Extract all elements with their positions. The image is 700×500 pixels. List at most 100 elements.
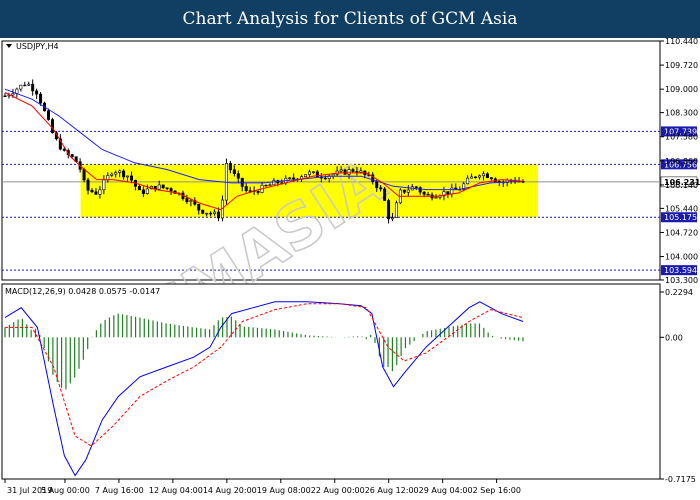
bear-candle [351,169,355,172]
bear-candle [446,191,450,195]
bear-candle [232,169,236,174]
bear-candle [375,181,379,189]
bull-candle [288,177,292,179]
time-tick-label: 7 Aug 16:00 [95,486,144,495]
bear-candle [489,177,493,180]
bear-candle [82,168,86,181]
bear-candle [201,209,205,214]
bear-candle [137,186,141,191]
bear-candle [383,188,387,201]
bear-candle [240,177,244,187]
bull-candle [114,172,118,175]
bear-candle [50,119,54,134]
bear-candle [217,211,221,219]
bull-candle [406,189,410,193]
bear-candle [197,203,201,211]
bear-candle [94,191,98,195]
bear-candle [165,187,169,189]
bear-candle [228,163,232,171]
macd-tick-label: 0.2294 [665,288,693,297]
time-tick-label: 14 Aug 20:00 [203,486,257,495]
price-tick-label: 107.580 [665,133,698,142]
bull-candle [213,211,217,214]
bull-candle [466,177,470,185]
bull-candle [224,163,228,201]
bear-candle [414,186,418,188]
bear-candle [264,184,268,187]
bull-candle [268,184,272,186]
time-tick-label: 12 Aug 04:00 [149,486,203,495]
macd-tick-label: -0.7175 [665,475,696,484]
bear-candle [387,200,391,220]
price-tick-label: 106.140 [665,181,698,190]
bear-candle [3,95,7,97]
time-tick-label: 29 Aug 04:00 [419,486,473,495]
bear-candle [418,187,422,193]
level-label: 103.594 [664,266,697,275]
price-tick-label: 106.860 [665,157,698,166]
bear-candle [248,190,252,192]
bear-candle [86,179,90,191]
bear-candle [23,84,27,87]
bull-candle [347,169,351,175]
bear-candle [161,184,165,189]
bear-candle [323,177,327,180]
bear-candle [35,90,39,95]
bull-candle [205,212,209,215]
bear-candle [122,170,126,178]
macd-tick-label: 0.00 [665,333,683,342]
bear-candle [46,110,50,120]
time-tick-label: 5 Aug 00:00 [41,486,90,495]
price-tick-label: 108.300 [665,109,698,118]
bear-candle [70,154,74,158]
bull-candle [145,188,149,194]
bull-candle [434,196,438,199]
price-tick-label: 109.000 [665,85,698,94]
bear-candle [169,188,173,192]
bull-candle [394,202,398,218]
bull-candle [450,187,454,195]
bear-candle [474,176,478,179]
bear-candle [31,83,35,92]
header-banner: Chart Analysis for Clients of GCM Asia [0,0,700,38]
bear-candle [256,191,260,193]
bull-candle [331,173,335,177]
price-axis: 110.440 109.720 109.000 108.300 107.580 106.8… [660,38,698,285]
bull-candle [481,173,485,177]
bull-candle [470,176,474,179]
bull-candle [118,170,122,173]
bear-candle [292,177,296,180]
bear-candle [236,173,240,179]
price-tick-label: 105.440 [665,204,698,213]
bull-candle [339,169,343,172]
macd-panel-frame [1,283,661,480]
bear-candle [209,212,213,215]
bear-candle [244,186,248,191]
symbol-label: USDJPY,H4 [16,42,59,51]
price-chart-area[interactable]: 107.739106.756105.175103.594106.231 GCMA… [0,38,700,500]
bear-candle [185,198,189,202]
price-tick-label: 110.440 [665,38,698,46]
bear-candle [485,173,489,179]
bear-candle [130,175,134,181]
bull-candle [110,173,114,176]
bull-candle [157,184,161,190]
bear-candle [90,189,94,193]
time-tick-label: 2 Sep 16:00 [473,486,521,495]
bull-candle [19,84,23,90]
bear-candle [379,187,383,190]
bull-candle [391,217,395,220]
bull-candle [189,200,193,202]
time-tick-label: 19 Aug 08:00 [257,486,311,495]
bull-candle [359,170,363,173]
bull-candle [11,93,15,96]
bull-candle [307,171,311,175]
bear-candle [355,171,359,173]
time-tick-label: 26 Aug 12:00 [365,486,419,495]
bear-candle [402,189,406,193]
level-label: 105.175 [664,213,697,222]
price-tick-label: 103.300 [665,276,698,285]
bear-candle [343,169,347,175]
bull-candle [102,179,106,191]
bull-candle [478,175,482,178]
